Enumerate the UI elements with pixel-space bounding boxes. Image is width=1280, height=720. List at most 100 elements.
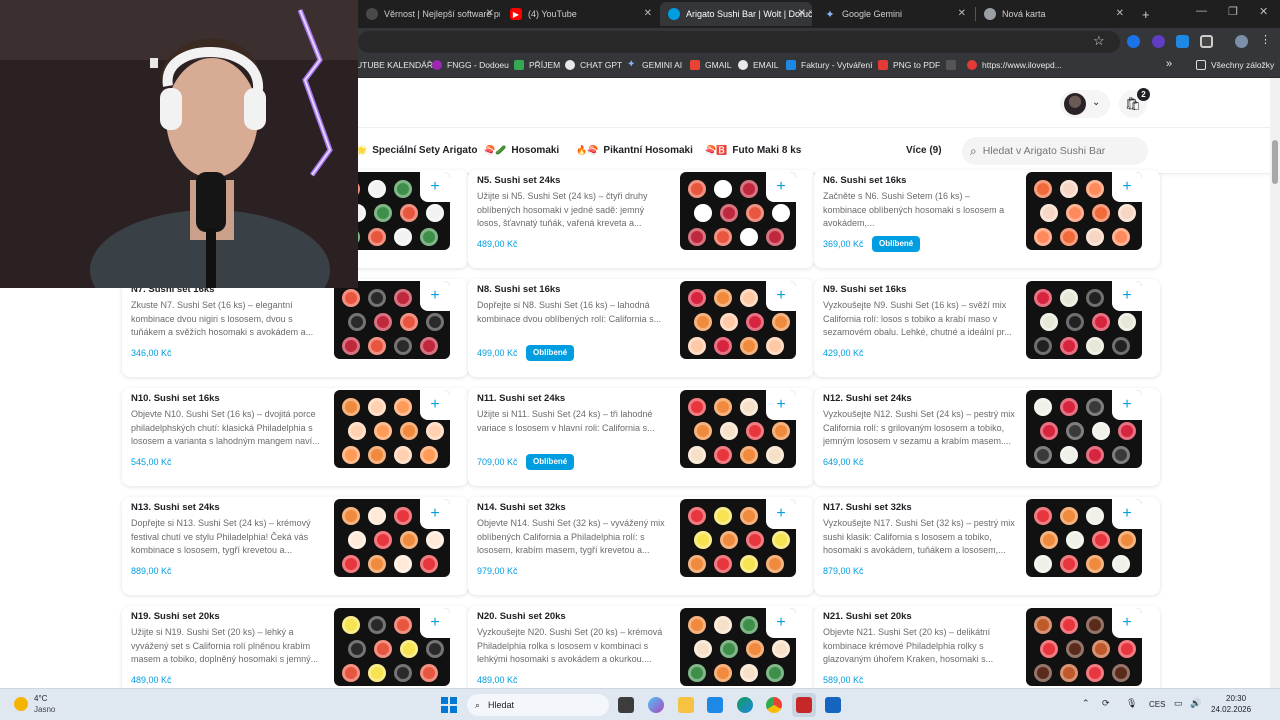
close-tab-icon[interactable]: ✕	[644, 8, 652, 19]
sushi-piece	[720, 422, 738, 440]
add-to-cart-button[interactable]: +	[1112, 608, 1142, 638]
taskbar-search[interactable]: ⌕ Hledat	[467, 694, 609, 716]
category-spicy-hosomaki[interactable]: 🔥🍣 Pikantní Hosomaki	[576, 145, 693, 156]
volume-icon[interactable]: 🔊	[1190, 698, 1201, 709]
add-to-cart-button[interactable]: +	[766, 281, 796, 311]
product-card[interactable]: N11. Sushi set 24ks Užijte si N11. Sushi …	[468, 388, 814, 486]
add-to-cart-button[interactable]: +	[420, 608, 450, 638]
product-card[interactable]: N10. Sushi set 16ks Objevte N10. Sushi Se…	[122, 388, 468, 486]
product-card[interactable]: N17. Sushi set 32ks Vyzkoušejte N17. Sush…	[814, 497, 1160, 595]
bookmark-item[interactable]: CHAT GPT	[565, 60, 622, 70]
all-bookmarks[interactable]: Všechny záložky	[1196, 60, 1274, 70]
tab-new-tab[interactable]: Nová karta ✕	[976, 2, 1130, 26]
moon-icon[interactable]	[14, 697, 28, 711]
product-card[interactable]: N8. Sushi set 16ks Dopřejte si N8. Sushi …	[468, 279, 814, 377]
bookmark-item[interactable]: ✦ GEMINI AI	[627, 60, 682, 71]
chrome-icon[interactable]	[766, 697, 782, 713]
product-description: Vyzkoušejte N17. Sushi Set (32 ks) – pes…	[823, 518, 1015, 555]
page-scrollbar[interactable]	[1270, 78, 1280, 688]
language-indicator[interactable]: CES	[1149, 700, 1165, 709]
email-icon	[738, 60, 748, 70]
weather-condition[interactable]: Jasno	[34, 705, 55, 714]
clock-time[interactable]: 20:30	[1226, 694, 1246, 703]
product-card[interactable]: N13. Sushi set 24ks Dopřejte si N13. Sush…	[122, 497, 468, 595]
add-to-cart-button[interactable]: +	[766, 499, 796, 529]
product-card[interactable]: N21. Sushi set 20ks Objevte N21. Sushi Se…	[814, 606, 1160, 688]
bookmark-star-icon[interactable]: ☆	[1093, 33, 1105, 49]
extension-icon[interactable]	[1176, 35, 1189, 48]
close-tab-icon[interactable]: ✕	[1116, 8, 1124, 19]
menu-search[interactable]: ⌕	[962, 137, 1148, 165]
clock-date[interactable]: 24.02.2026	[1211, 705, 1251, 714]
more-categories-button[interactable]: Více (9)	[906, 145, 942, 156]
add-to-cart-button[interactable]: +	[1112, 499, 1142, 529]
product-card[interactable]: N9. Sushi set 16ks Vyzkoušejte N9. Sushi …	[814, 279, 1160, 377]
sushi-piece	[1066, 531, 1084, 549]
sync-icon[interactable]: ⟳	[1102, 698, 1110, 709]
tab-vernost[interactable]: Věrnost | Nejlepší software pro ✕	[358, 2, 500, 26]
microphone-icon[interactable]: 🎙	[1126, 698, 1137, 709]
add-to-cart-button[interactable]: +	[766, 608, 796, 638]
add-to-cart-button[interactable]: +	[1112, 390, 1142, 420]
scrollbar-thumb[interactable]	[1272, 140, 1278, 184]
extension-icon[interactable]	[1127, 35, 1140, 48]
bookmark-item[interactable]: PNG to PDF	[878, 60, 940, 70]
add-to-cart-button[interactable]: +	[420, 172, 450, 202]
add-to-cart-button[interactable]: +	[420, 281, 450, 311]
start-button[interactable]	[441, 697, 457, 713]
bookmark-item[interactable]: Faktury - Vytváření	[786, 60, 872, 70]
menu-icon[interactable]: ⋮	[1260, 33, 1273, 46]
sushi-piece	[420, 555, 438, 573]
add-to-cart-button[interactable]: +	[420, 390, 450, 420]
obs-icon[interactable]	[796, 697, 812, 713]
product-card[interactable]: N19. Sushi set 20ks Užijte si N19. Sushi …	[122, 606, 468, 688]
puzzle-icon[interactable]	[1200, 35, 1213, 48]
product-card[interactable]: N14. Sushi set 32ks Objevte N14. Sushi Se…	[468, 497, 814, 595]
category-futo-maki[interactable]: 🍣🅱️ Futo Maki 8 ks	[705, 145, 801, 156]
omnibox[interactable]	[358, 31, 1120, 53]
add-to-cart-button[interactable]: +	[1112, 172, 1142, 202]
bookmark-item[interactable]: PŘÍJEM	[514, 60, 560, 70]
task-view-icon[interactable]	[618, 697, 634, 713]
new-tab-button[interactable]: +	[1134, 2, 1154, 26]
network-icon[interactable]: ▭	[1174, 698, 1183, 709]
product-card[interactable]: N5. Sushi set 24ks Užijte si N5. Sushi Se…	[468, 170, 814, 268]
bookmark-item[interactable]: https://www.ilovepd...	[967, 60, 1062, 70]
tray-chevron-up-icon[interactable]: ⌃	[1082, 698, 1090, 709]
close-tab-icon[interactable]: ✕	[958, 8, 966, 19]
add-to-cart-button[interactable]: +	[766, 390, 796, 420]
tab-gemini[interactable]: ✦ Google Gemini ✕	[816, 2, 972, 26]
weather-temp[interactable]: 4°C	[34, 694, 47, 703]
app-icon[interactable]	[825, 697, 841, 713]
product-card[interactable]: N20. Sushi set 20ks Vyzkoušejte N20. Sush…	[468, 606, 814, 688]
product-card[interactable]: N6. Sushi set 16ks Začněte s N6. Sushi Se…	[814, 170, 1160, 268]
bookmark-item[interactable]	[946, 60, 961, 70]
bookmark-item[interactable]: FNGG - Dodoeu	[432, 60, 509, 70]
profile-menu-button[interactable]: ⌄	[1060, 90, 1110, 118]
extension-icon[interactable]	[1152, 35, 1165, 48]
close-window-icon[interactable]: ✕	[1259, 5, 1268, 18]
store-icon[interactable]	[707, 697, 723, 713]
product-card[interactable]: N12. Sushi set 24ks Vyzkoušejte N12. Sush…	[814, 388, 1160, 486]
minimize-icon[interactable]: —	[1196, 5, 1207, 17]
bookmark-item[interactable]: GMAIL	[690, 60, 731, 70]
category-special-sets[interactable]: 🌟 Speciální Sety Arigato	[356, 145, 477, 156]
maximize-icon[interactable]: ❐	[1228, 5, 1238, 18]
add-to-cart-button[interactable]: +	[1112, 281, 1142, 311]
add-to-cart-button[interactable]: +	[420, 499, 450, 529]
bookmarks-overflow[interactable]: »	[1166, 58, 1172, 70]
product-card[interactable]: N7. Sushi set 16ks Zkuste N7. Sushi Set (…	[122, 279, 468, 377]
copilot-icon[interactable]	[648, 697, 664, 713]
close-tab-icon[interactable]: ✕	[798, 8, 806, 19]
bookmark-item[interactable]: EMAIL	[738, 60, 779, 70]
file-explorer-icon[interactable]	[678, 697, 694, 713]
bookmark-item[interactable]: UTUBE KALENDÁŘ	[356, 60, 433, 70]
profile-icon[interactable]	[1235, 35, 1248, 48]
search-input[interactable]	[982, 145, 1133, 157]
add-to-cart-button[interactable]: +	[766, 172, 796, 202]
edge-icon[interactable]	[737, 697, 753, 713]
category-hosomaki[interactable]: 🍣🥒 Hosomaki	[484, 145, 559, 156]
tab-youtube[interactable]: ▶ (4) YouTube ✕	[502, 2, 658, 26]
close-tab-icon[interactable]: ✕	[486, 8, 494, 19]
tab-arigato[interactable]: Arigato Sushi Bar | Wolt | Doruč ✕	[660, 2, 812, 26]
